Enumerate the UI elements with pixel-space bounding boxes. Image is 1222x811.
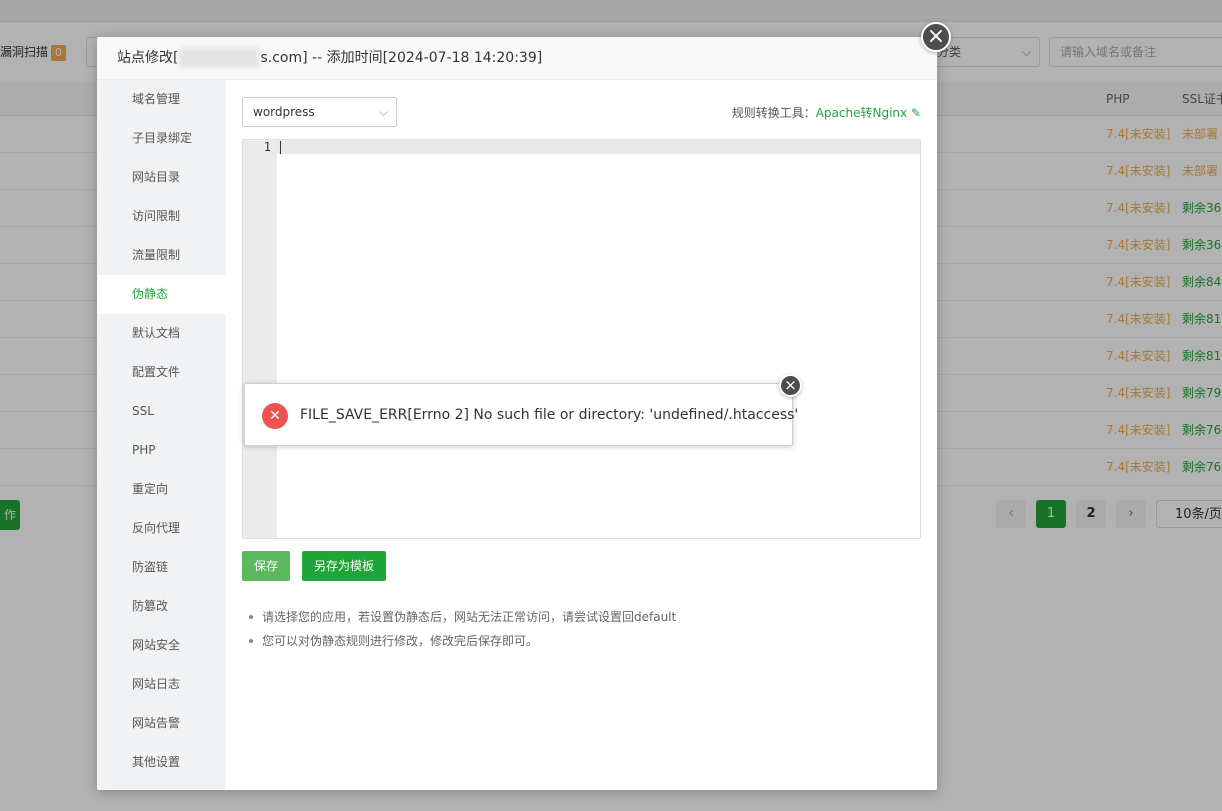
sidebar-item[interactable]: 伪静态 — [97, 275, 226, 314]
error-toast: ✕ FILE_SAVE_ERR[Errno 2] No such file or… — [244, 383, 798, 446]
sidebar-item[interactable]: 防篡改 — [97, 587, 226, 626]
edit-link-icon: ✎ — [910, 106, 921, 120]
modal-close-button[interactable]: × — [921, 22, 951, 52]
sidebar-item[interactable]: 其他设置 — [97, 743, 226, 782]
modal-title: 站点修改[ s.com] -- 添加时间[2024-07-18 14:20:39] — [117, 37, 542, 80]
apache-to-nginx-link[interactable]: Apache转Nginx — [816, 106, 907, 120]
rewrite-tips: 请选择您的应用，若设置伪静态后，网站无法正常访问，请尝试设置回default 您… — [246, 605, 676, 653]
sidebar-item[interactable]: 流量限制 — [97, 236, 226, 275]
editor-active-line — [243, 140, 920, 154]
modal-title-suffix: s.com] -- 添加时间[2024-07-18 14:20:39] — [260, 50, 543, 66]
rule-tool-label: 规则转换工具： — [731, 106, 816, 120]
sidebar-item[interactable]: 反向代理 — [97, 509, 226, 548]
modal-sidebar: 域名管理 子目录绑定 网站目录 访问限制 流量限制 伪静态 默认文档 配置文件 SSL PHP 重定… — [97, 80, 226, 790]
tip-item: 请选择您的应用，若设置伪静态后，网站无法正常访问，请尝试设置回default — [246, 605, 676, 629]
sidebar-item[interactable]: 网站目录 — [97, 158, 226, 197]
editor-line-number: 1 — [263, 140, 271, 154]
toast-close-button[interactable]: × — [779, 374, 802, 397]
rewrite-template-select[interactable]: wordpress ⌵ — [242, 97, 397, 127]
modal-title-prefix: 站点修改[ — [117, 50, 179, 66]
tip-item: 您可以对伪静态规则进行修改，修改完后保存即可。 — [246, 629, 676, 653]
rewrite-code-editor[interactable]: 1 — [242, 139, 921, 539]
sidebar-item[interactable]: PHP — [97, 431, 226, 470]
save-as-template-button[interactable]: 另存为模板 — [302, 551, 387, 581]
sidebar-item[interactable]: 子目录绑定 — [97, 119, 226, 158]
sidebar-item[interactable]: 域名管理 — [97, 80, 226, 119]
rewrite-template-value: wordpress — [253, 105, 315, 119]
sidebar-item[interactable]: 网站告警 — [97, 704, 226, 743]
editor-gutter: 1 — [243, 140, 277, 538]
sidebar-item[interactable]: 重定向 — [97, 470, 226, 509]
save-button[interactable]: 保存 — [242, 551, 291, 581]
sidebar-item[interactable]: 网站安全 — [97, 626, 226, 665]
error-icon: ✕ — [262, 403, 288, 429]
sidebar-item[interactable]: 配置文件 — [97, 353, 226, 392]
sidebar-item[interactable]: 默认文档 — [97, 314, 226, 353]
sidebar-item[interactable]: 访问限制 — [97, 197, 226, 236]
sidebar-item[interactable]: 网站日志 — [97, 665, 226, 704]
error-message: FILE_SAVE_ERR[Errno 2] No such file or d… — [300, 407, 799, 423]
chevron-down-icon: ⌵ — [378, 105, 388, 119]
sidebar-item[interactable]: SSL — [97, 392, 226, 431]
sidebar-item[interactable]: 防盗链 — [97, 548, 226, 587]
editor-cursor — [280, 141, 281, 154]
redacted-domain — [179, 48, 260, 68]
modal-header: 站点修改[ s.com] -- 添加时间[2024-07-18 14:20:39] — [97, 37, 937, 80]
rule-convert-tool: 规则转换工具：Apache转Nginx ✎ — [732, 104, 921, 121]
